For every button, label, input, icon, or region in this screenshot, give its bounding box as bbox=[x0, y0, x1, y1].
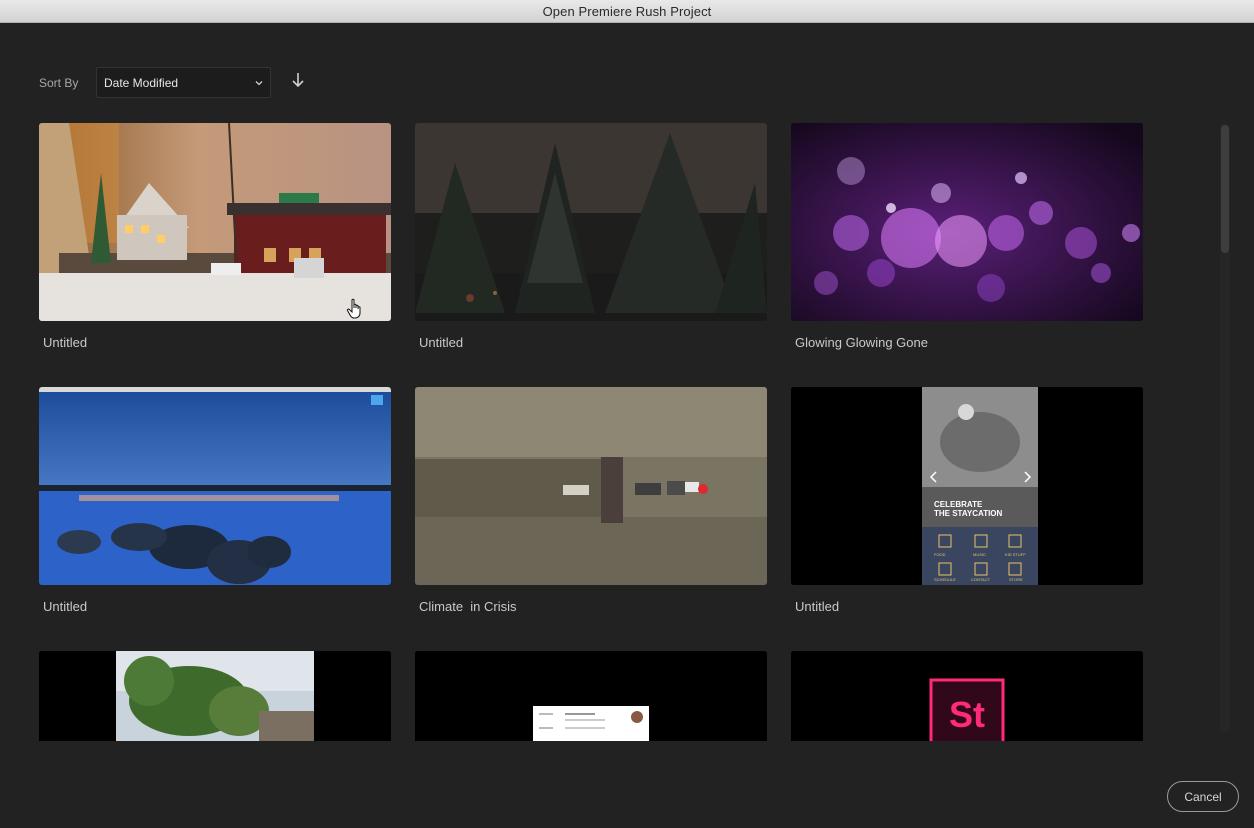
project-thumbnail[interactable] bbox=[39, 651, 391, 741]
project-card[interactable]: St bbox=[791, 651, 1143, 741]
arrow-down-icon bbox=[291, 72, 305, 93]
scrollbar[interactable] bbox=[1220, 123, 1230, 733]
project-card[interactable]: CELEBRATE THE STAYCATION FOOD MUSIC KID … bbox=[791, 387, 1143, 614]
project-title: Untitled bbox=[795, 599, 840, 614]
project-title: Climate in Crisis bbox=[419, 599, 517, 614]
sort-dropdown[interactable]: Date Modified bbox=[96, 67, 271, 98]
project-thumbnail[interactable]: CELEBRATE THE STAYCATION FOOD MUSIC KID … bbox=[791, 387, 1143, 585]
title-bar[interactable]: Open Premiere Rush Project bbox=[0, 0, 1254, 23]
project-thumbnail[interactable]: St bbox=[791, 651, 1143, 741]
project-thumbnail[interactable] bbox=[415, 651, 767, 741]
sort-selected-value: Date Modified bbox=[104, 75, 179, 90]
svg-text:STORE: STORE bbox=[1009, 577, 1023, 582]
project-card[interactable]: Glowing Glowing Gone bbox=[791, 123, 1143, 350]
stock-logo-text: St bbox=[949, 694, 985, 735]
project-card[interactable]: Untitled bbox=[39, 123, 391, 350]
project-thumbnail[interactable] bbox=[415, 387, 767, 585]
open-project-dialog: Open Premiere Rush Project Sort By Date … bbox=[0, 0, 1254, 828]
project-title: Glowing Glowing Gone bbox=[795, 335, 928, 350]
project-title: Untitled bbox=[43, 599, 88, 614]
svg-text:SCHEDULE: SCHEDULE bbox=[934, 577, 956, 582]
project-card[interactable] bbox=[415, 651, 767, 741]
project-thumbnail[interactable] bbox=[39, 387, 391, 585]
window-title: Open Premiere Rush Project bbox=[542, 3, 712, 19]
hand-cursor-icon bbox=[346, 298, 364, 320]
project-card[interactable]: Climate in Crisis bbox=[415, 387, 767, 614]
project-card[interactable]: Untitled bbox=[415, 123, 767, 350]
cancel-button[interactable]: Cancel bbox=[1167, 781, 1239, 812]
svg-text:CONTACT: CONTACT bbox=[971, 577, 991, 582]
project-thumbnail[interactable] bbox=[39, 123, 391, 321]
project-title: Untitled bbox=[43, 335, 88, 350]
staycation-icon-food: FOOD bbox=[934, 552, 946, 557]
project-title: Untitled bbox=[419, 335, 464, 350]
chevron-down-icon bbox=[254, 78, 264, 88]
project-grid: Untitled Untitled Glowing Glowing Gone U… bbox=[39, 123, 1143, 741]
staycation-icon-music: MUSIC bbox=[973, 552, 986, 557]
project-card[interactable]: Untitled bbox=[39, 387, 391, 614]
sort-by-label: Sort By bbox=[39, 75, 79, 90]
staycation-icon-kidstuff: KID STUFF bbox=[1005, 552, 1026, 557]
project-card[interactable] bbox=[39, 651, 391, 741]
scrollbar-thumb[interactable] bbox=[1221, 125, 1229, 253]
sort-direction-button[interactable] bbox=[289, 73, 307, 93]
sort-bar: Sort By Date Modified bbox=[39, 67, 307, 98]
staycation-heading: CELEBRATE bbox=[934, 500, 983, 509]
svg-text:THE STAYCATION: THE STAYCATION bbox=[934, 509, 1003, 518]
project-thumbnail[interactable] bbox=[415, 123, 767, 321]
project-thumbnail[interactable] bbox=[791, 123, 1143, 321]
